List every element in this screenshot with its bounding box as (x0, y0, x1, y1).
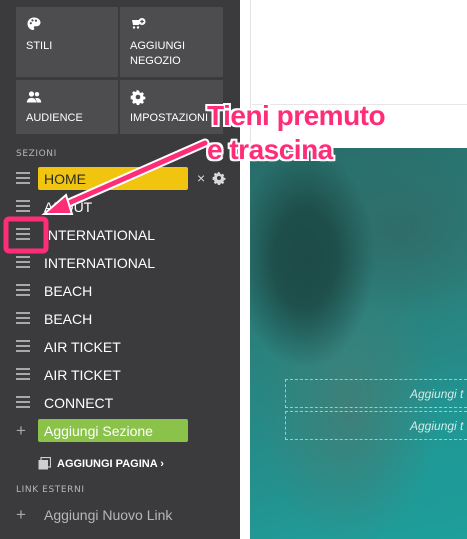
styles-label: STILI (26, 40, 53, 52)
page-canvas: Aggiungi t Aggiungi t (240, 0, 467, 539)
section-row[interactable]: BEACH (0, 277, 240, 305)
section-home-pill[interactable]: HOME (38, 167, 188, 190)
hero-background-image (250, 148, 467, 539)
annotation-callout: Tieni premuto e trascina (207, 99, 386, 167)
drag-handle-icon[interactable] (16, 340, 30, 352)
pages-icon (38, 457, 51, 470)
add-section-label: Aggiungi Sezione (44, 423, 153, 439)
text-placeholder[interactable]: Aggiungi t (285, 379, 467, 408)
add-section-button[interactable]: Aggiungi Sezione (38, 419, 188, 442)
add-external-link[interactable]: + Aggiungi Nuovo Link (0, 503, 240, 527)
drag-handle-icon[interactable] (16, 312, 30, 324)
section-label[interactable]: ABOUT (44, 199, 92, 215)
audience-label: AUDIENCE (26, 112, 83, 124)
audience-tile[interactable]: AUDIENCE (16, 80, 118, 134)
add-shop-tile[interactable]: AGGIUNGI NEGOZIO (120, 7, 223, 77)
gear-icon[interactable] (212, 171, 226, 185)
chevron-right-icon: › (160, 458, 164, 470)
section-label[interactable]: BEACH (44, 283, 92, 299)
drag-handle-icon[interactable] (16, 368, 30, 380)
close-icon[interactable]: × (197, 170, 205, 186)
section-row[interactable]: AIR TICKET (0, 361, 240, 389)
section-row[interactable]: BEACH (0, 305, 240, 333)
section-label[interactable]: INTERNATIONAL (44, 227, 155, 243)
drag-handle-icon[interactable] (16, 172, 30, 184)
drag-handle-icon[interactable] (16, 284, 30, 296)
section-label[interactable]: AIR TICKET (44, 367, 121, 383)
section-label[interactable]: AIR TICKET (44, 339, 121, 355)
section-row[interactable]: INTERNATIONAL (0, 249, 240, 277)
drag-handle-icon[interactable] (16, 200, 30, 212)
settings-label: IMPOSTAZIONI (130, 112, 209, 124)
drag-handle-icon[interactable] (16, 396, 30, 408)
section-row[interactable]: AIR TICKET (0, 333, 240, 361)
section-row[interactable]: INTERNATIONAL (0, 221, 240, 249)
section-label[interactable]: CONNECT (44, 395, 113, 411)
section-label: HOME (44, 171, 86, 187)
section-row[interactable]: ABOUT (0, 193, 240, 221)
add-page-label: AGGIUNGI PAGINA › (57, 458, 164, 470)
styles-tile[interactable]: STILI (16, 7, 118, 77)
section-label[interactable]: BEACH (44, 311, 92, 327)
annotation-line-1: Tieni premuto (207, 100, 386, 131)
drag-handle-icon[interactable] (16, 228, 30, 240)
sidebar: STILI AGGIUNGI NEGOZIO AUDIENCE IMPOSTAZ… (0, 0, 240, 539)
sections-heading: SEZIONI (16, 149, 57, 159)
gear-icon (130, 89, 146, 105)
annotation-line-2: e trascina (207, 134, 333, 165)
add-shop-icon (132, 18, 146, 29)
add-section-row: + Aggiungi Sezione (0, 417, 240, 445)
section-row[interactable]: CONNECT (0, 389, 240, 417)
add-link-label: Aggiungi Nuovo Link (44, 507, 173, 523)
plus-icon[interactable]: + (16, 422, 26, 439)
add-shop-label: AGGIUNGI NEGOZIO (130, 40, 186, 67)
plus-icon[interactable]: + (16, 506, 26, 523)
people-icon (26, 91, 42, 103)
drag-handle-icon[interactable] (16, 256, 30, 268)
palette-icon (27, 17, 41, 30)
text-placeholder[interactable]: Aggiungi t (285, 411, 467, 440)
section-label[interactable]: INTERNATIONAL (44, 255, 155, 271)
section-row-home[interactable]: HOME × (0, 165, 240, 193)
external-links-heading: LINK ESTERNI (16, 485, 85, 495)
